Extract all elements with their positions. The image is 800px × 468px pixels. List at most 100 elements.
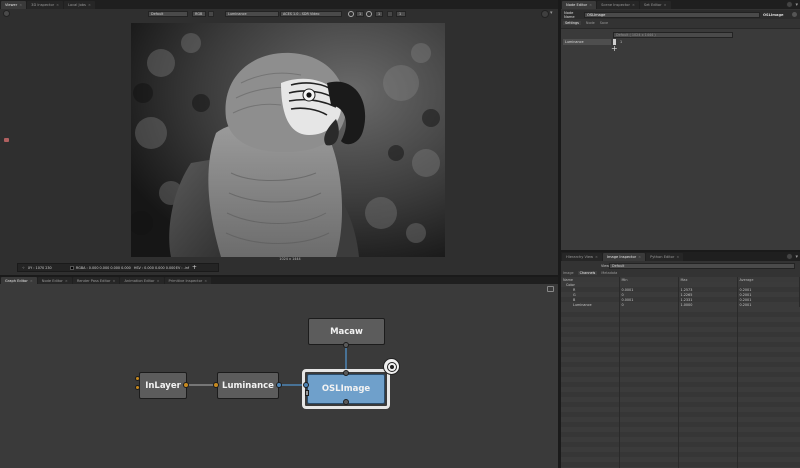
viewer-statusbar: ⊹ XY : 1070 230 RGBA : 0.000 0.000 0.000… [17,263,219,272]
image-size-label: 1024 x 1444 [279,257,301,261]
port-inlayer-out[interactable] [183,382,189,388]
chevron-down-icon[interactable]: ▾ [795,254,798,260]
close-icon[interactable]: × [632,3,635,7]
image-inspector-tabbar: Hierarchy View × Image Inspector × Python … [561,252,800,261]
gain-field[interactable]: 1 [356,11,364,17]
port-luminance-out[interactable] [276,382,282,388]
param-value: 1 [620,40,623,44]
view-row: View Default [561,262,800,269]
port-oslimage-top[interactable] [343,370,349,376]
port-luminance-in[interactable] [213,382,219,388]
chevron-down-icon[interactable]: ▾ [550,10,553,16]
graph-editor-panel: Graph Editor × Node Editor × Render Pass E… [0,277,558,468]
close-icon[interactable]: × [638,255,641,259]
port-macaw-out[interactable] [343,342,349,348]
tab-image[interactable]: Image [563,271,574,275]
tab-3d-inspector[interactable]: 3D Inspector × [27,0,64,9]
add-parameter-button[interactable]: + [611,44,618,53]
gain-icon[interactable] [348,11,354,17]
crosshair-icon[interactable]: ⊹ [22,266,25,270]
tab-scene-inspector[interactable]: Scene Inspector × [597,0,639,9]
tab-node-editor-right[interactable]: Node Editor × [562,0,597,9]
add-button[interactable]: + [192,264,197,271]
param-row: Luminance 1 [561,39,800,45]
tab-save[interactable]: Save [600,21,608,25]
colorspace-dropdown[interactable]: ACES 1.0 - SDR Video [280,11,342,17]
settings-icon[interactable] [786,1,794,8]
viewer-toolbar: Default RGB Luminance ACES 1.0 - SDR Vid… [0,9,558,19]
tab-set-editor[interactable]: Set Editor × [639,0,671,9]
tab-hierarchy-view[interactable]: Hierarchy View × [562,252,602,261]
ev-readout: EV : -inf [175,265,190,270]
close-icon[interactable]: × [589,3,592,7]
node-inlayer[interactable]: InLayer [139,372,187,399]
image-inspector-panel: Hierarchy View × Image Inspector × Python … [561,252,800,468]
chevron-down-icon[interactable]: ▾ [795,2,798,8]
close-icon[interactable]: × [664,3,667,7]
channels-table-area: Name Min Max Average Color R 0.0001 1.25… [561,277,800,468]
xy-readout: XY : 1070 230 [27,265,52,270]
format-dropdown[interactable]: Default ( 1024 x 1444 ) [613,32,733,38]
section-tabs: Settings Node Save [563,21,608,25]
color-swatch [69,265,74,270]
port-oslimage-out[interactable] [343,399,349,405]
port-inlayer-in[interactable] [135,376,140,381]
tab-viewer[interactable]: Viewer × [1,0,27,9]
close-icon[interactable]: × [88,3,91,7]
view-dropdown[interactable]: Luminance [225,11,279,17]
param-label: Luminance [563,39,611,45]
tab-node[interactable]: Node [586,21,595,25]
column-divider [678,307,679,468]
settings-area: Default ( 1024 x 1444 ) Luminance 1 + [561,28,800,250]
tab-image-inspector[interactable]: Image Inspector × [602,252,646,261]
settings-icon[interactable] [541,10,549,18]
gamma-field[interactable]: 1 [375,11,383,17]
solo-button[interactable] [208,11,214,17]
menu-icon[interactable] [3,10,10,17]
node-name-field[interactable]: OSLImage [584,11,760,18]
view-label: View [601,263,610,268]
channel-dropdown[interactable]: RGB [192,11,206,17]
left-marker-icon [4,138,9,142]
table-empty-rows [561,307,800,468]
exposure-field[interactable]: 1 [396,11,406,17]
view-dropdown[interactable]: Default [609,262,795,269]
gamma-icon[interactable] [366,11,372,17]
node-editor-panel: Node Editor × Scene Inspector × Set Editor… [561,0,800,250]
hsv-readout: HSV : 0.000 0.000 0.000 [133,265,176,270]
inspector-sub-tabs: Image Channels Metadata [563,271,617,275]
focus-indicator-icon[interactable] [383,358,400,375]
node-name-row: Node Name OSLImage OSLImage [561,10,800,19]
close-icon[interactable]: × [676,255,679,259]
node-type-label: OSLImage [763,12,784,17]
node-luminance[interactable]: Luminance [217,372,279,399]
node-menu-icon[interactable] [792,12,797,17]
viewer-panel: Viewer × 3D Inspector × Local Jobs × Defaul… [0,0,558,275]
port-oslimage-in[interactable] [303,382,309,388]
clipping-button[interactable] [387,11,393,17]
focus-indicator-core [386,361,397,372]
graph-connections [186,347,347,386]
tab-local-jobs[interactable]: Local Jobs × [64,0,95,9]
column-divider [737,307,738,468]
tab-metadata[interactable]: Metadata [601,271,617,275]
node-editor-tabbar: Node Editor × Scene Inspector × Set Editor… [561,0,800,9]
viewer-tabbar: Viewer × 3D Inspector × Local Jobs × [0,0,558,9]
viewer-image [131,23,445,257]
parrot-image [131,23,445,257]
tab-channels[interactable]: Channels [577,271,598,275]
display-dropdown[interactable]: Default [148,11,188,17]
tab-settings[interactable]: Settings [563,21,581,25]
close-icon[interactable]: × [19,3,22,7]
port-inlayer-in-2[interactable] [135,385,140,390]
node-macaw[interactable]: Macaw [308,318,385,345]
close-icon[interactable]: × [595,255,598,259]
rgba-readout: RGBA : 0.000 0.000 0.000 0.000 [75,265,131,270]
port-oslimage-plug[interactable] [305,390,309,396]
node-name-label: Node Name [564,10,575,19]
channels-table: Name Min Max Average Color R 0.0001 1.25… [561,277,800,307]
tab-python-editor[interactable]: Python Editor × [646,252,684,261]
column-divider [619,307,620,468]
settings-icon[interactable] [786,253,794,260]
close-icon[interactable]: × [56,3,59,7]
